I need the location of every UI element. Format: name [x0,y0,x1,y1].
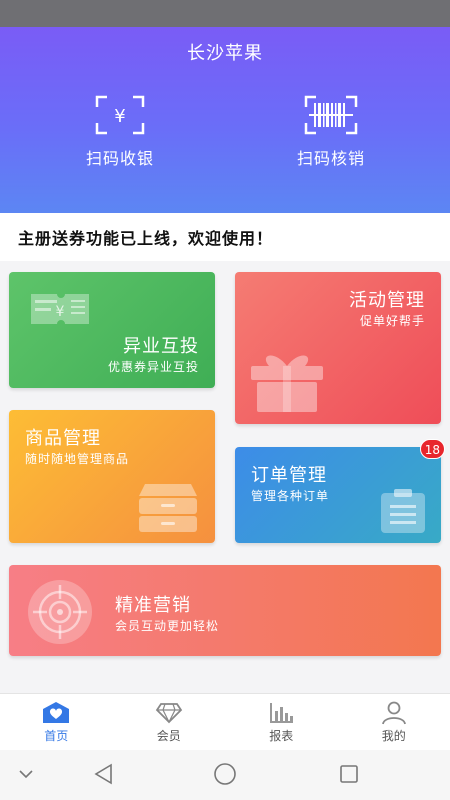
scan-verify-button[interactable]: 扫码核销 [266,95,396,169]
product-management-title: 商品管理 [25,428,101,449]
gift-icon [251,355,323,412]
product-management-subtitle: 随时随地管理商品 [25,452,130,466]
target-icon [28,580,92,644]
activity-management-subtitle: 促单好帮手 [359,314,425,328]
store-title: 长沙苹果 [187,43,263,64]
order-management-card[interactable]: 订单管理 管理各种订单 18 [235,439,445,543]
header: 长沙苹果 ¥ 扫码收银 扫码核销 [0,27,450,213]
chevron-down-icon[interactable] [18,768,34,780]
precision-marketing-card[interactable]: 精准营销 会员互动更加轻松 [9,565,441,656]
order-management-title: 订单管理 [251,465,327,486]
user-icon [381,701,406,725]
order-management-subtitle: 管理各种订单 [251,489,330,503]
system-navigation-bar [0,750,450,800]
drawer-cabinet-icon [139,484,197,532]
activity-management-title: 活动管理 [349,290,425,311]
yen-scan-icon: ¥ [95,95,145,135]
precision-marketing-title: 精准营销 [115,595,191,616]
scan-pay-button[interactable]: ¥ 扫码收银 [55,95,185,169]
svg-text:¥: ¥ [114,106,125,127]
tab-reports-label: 报表 [269,729,294,743]
cross-promotion-card[interactable]: ¥ 异业互投 优惠券异业互投 [9,272,215,388]
bar-chart-icon [270,703,294,723]
diamond-icon [155,703,182,724]
cross-promotion-title: 异业互投 [123,336,199,357]
status-bar [0,0,450,27]
recent-apps-square-icon[interactable] [338,762,360,786]
home-circle-icon[interactable] [213,762,237,786]
activity-management-card[interactable]: 活动管理 促单好帮手 [235,272,441,424]
product-management-card[interactable]: 商品管理 随时随地管理商品 [9,410,215,543]
barcode-scan-icon [304,95,358,135]
scan-pay-label: 扫码收银 [85,149,154,168]
tab-members-label: 会员 [156,729,181,743]
back-triangle-icon[interactable] [92,762,114,786]
scan-verify-label: 扫码核销 [296,149,365,168]
tab-mine-label: 我的 [381,729,406,743]
order-count-badge: 18 [419,439,445,459]
bottom-tab-bar: 首页 会员 报表 我的 [0,693,450,750]
coupon-icon: ¥ [31,294,89,324]
clipboard-icon [381,489,425,533]
tab-members[interactable]: 会员 [113,694,226,750]
tab-home-label: 首页 [44,729,69,743]
home-icon [43,702,70,723]
tab-home[interactable]: 首页 [0,694,113,750]
tab-reports[interactable]: 报表 [225,694,338,750]
notice-banner: 主册送券功能已上线，欢迎使用！ [0,213,450,261]
precision-marketing-subtitle: 会员互动更加轻松 [115,619,220,633]
tab-mine[interactable]: 我的 [338,694,450,750]
cross-promotion-subtitle: 优惠券异业互投 [107,360,199,374]
svg-text:¥: ¥ [56,304,65,320]
